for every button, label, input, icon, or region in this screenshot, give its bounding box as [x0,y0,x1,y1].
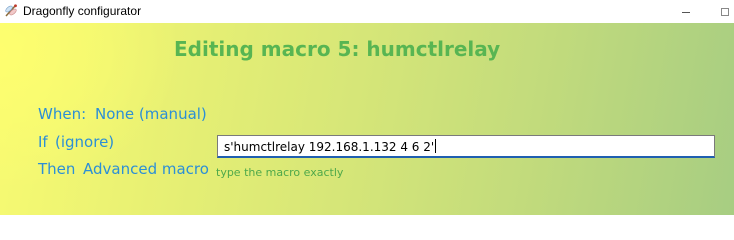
if-label: If [38,133,48,151]
maximize-button[interactable] [716,0,734,23]
minimize-button[interactable] [672,0,700,23]
macro-editor-panel: Editing macro 5: humctlrelay When: None … [0,23,734,215]
minimize-icon [682,12,690,13]
window-title: Dragonfly configurator [23,4,142,18]
text-caret [435,139,437,153]
then-label: Then [38,160,76,178]
maximize-icon [721,7,729,16]
if-value[interactable]: (ignore) [55,133,114,151]
page-title: Editing macro 5: humctlrelay [174,37,501,61]
macro-input[interactable]: s'humctlrelay 192.168.1.132 4 6 2' [217,135,715,158]
when-label: When: [38,105,87,123]
dragonfly-app-icon [5,4,17,17]
macro-hint: type the macro exactly [216,166,344,179]
when-value[interactable]: None (manual) [95,105,207,123]
macro-input-text: s'humctlrelay 192.168.1.132 4 6 2' [224,140,435,154]
then-value[interactable]: Advanced macro [83,160,209,178]
window-titlebar: Dragonfly configurator [0,0,734,23]
